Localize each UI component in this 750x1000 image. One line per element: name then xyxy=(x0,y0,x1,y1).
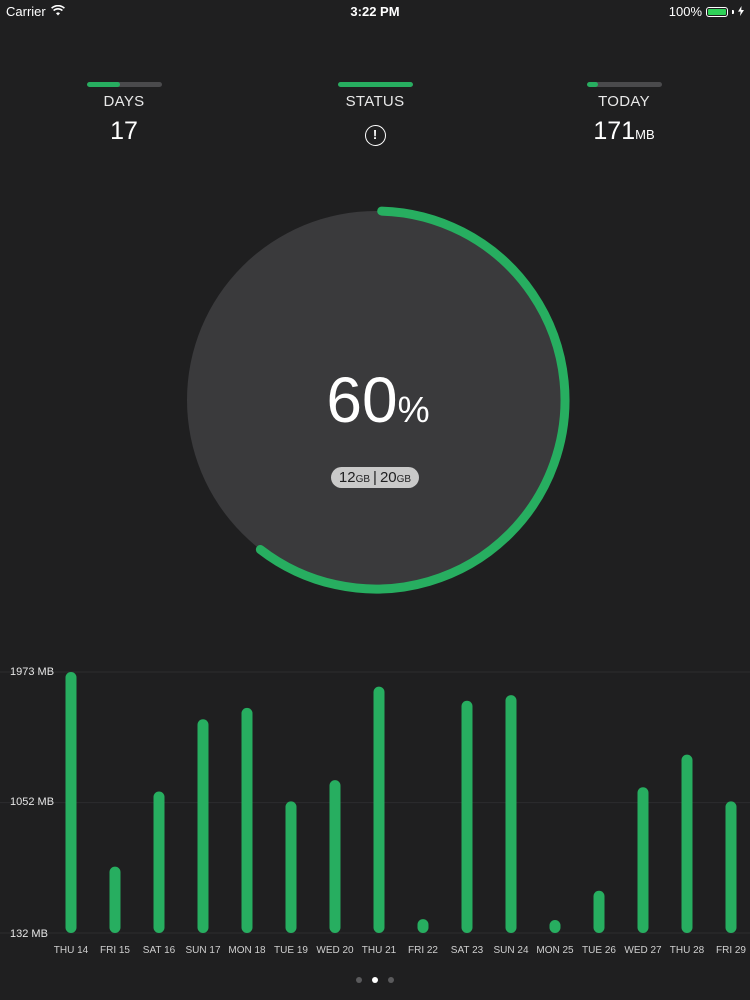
status-label: STATUS xyxy=(345,93,405,110)
x-tick-label: SAT 16 xyxy=(143,945,176,956)
chart-bar[interactable] xyxy=(549,920,561,933)
chart-bar[interactable] xyxy=(505,695,517,933)
page-dot[interactable] xyxy=(356,977,362,983)
stat-status[interactable]: STATUS ! xyxy=(315,82,435,146)
x-tick-label: SAT 23 xyxy=(451,945,484,956)
chart-bar[interactable] xyxy=(725,801,737,933)
battery-tip xyxy=(732,9,734,14)
status-progress-bar xyxy=(337,82,413,87)
gauge-total: 20 xyxy=(379,469,397,486)
chart-bar[interactable] xyxy=(153,791,165,933)
daily-usage-chart[interactable]: 1973 MB 1052 MB 132 MB THU 14 FRI 15 SAT 1… xyxy=(0,660,750,960)
y-tick-min: 132 MB xyxy=(10,928,48,940)
x-tick-label: WED 27 xyxy=(624,945,662,956)
days-progress-fill xyxy=(86,82,121,87)
today-value: 171MB xyxy=(564,116,684,146)
page-dot[interactable] xyxy=(388,977,394,983)
x-tick-label: FRI 29 xyxy=(716,945,746,956)
today-amount: 171 xyxy=(593,117,636,145)
today-progress-fill xyxy=(586,82,598,87)
days-label: DAYS xyxy=(103,93,145,110)
chart-bar[interactable] xyxy=(681,754,693,933)
gauge-total-unit: GB xyxy=(396,474,412,485)
chart-bar[interactable] xyxy=(593,890,605,933)
gauge-used: 12 xyxy=(338,469,356,486)
today-unit: MB xyxy=(635,127,655,142)
chart-bar[interactable] xyxy=(241,707,253,933)
chart-bar[interactable] xyxy=(65,672,77,933)
x-tick-label: TUE 19 xyxy=(274,945,308,956)
gauge-readout: 60% 12GB | 20GB xyxy=(178,365,578,488)
chart-bar[interactable] xyxy=(417,919,429,933)
charging-bolt-icon xyxy=(738,4,744,19)
today-progress-bar xyxy=(586,82,662,87)
chart-bar[interactable] xyxy=(197,719,209,933)
x-tick-label: FRI 15 xyxy=(100,945,130,956)
x-tick-label: FRI 22 xyxy=(408,945,438,956)
y-tick-max: 1973 MB xyxy=(10,666,55,678)
gauge-usage-pill: 12GB | 20GB xyxy=(330,467,420,488)
chart-bar[interactable] xyxy=(637,787,649,933)
x-tick-label: TUE 26 xyxy=(582,945,616,956)
gauge-percent: 60% xyxy=(178,365,578,445)
clock: 3:22 PM xyxy=(350,4,400,19)
gauge-separator: | xyxy=(373,469,377,486)
x-tick-label: SUN 24 xyxy=(493,945,528,956)
chart-bar[interactable] xyxy=(329,780,341,933)
page-dot[interactable] xyxy=(372,977,378,983)
days-progress-bar xyxy=(86,82,162,87)
usage-gauge[interactable]: 60% 12GB | 20GB xyxy=(178,200,578,600)
battery-icon xyxy=(706,6,728,17)
x-tick-label: SUN 17 xyxy=(185,945,220,956)
chart-bar[interactable] xyxy=(461,700,473,933)
x-tick-label: WED 20 xyxy=(316,945,354,956)
chart-bar[interactable] xyxy=(285,801,297,933)
x-tick-label: THU 28 xyxy=(670,945,705,956)
alert-circle-icon[interactable]: ! xyxy=(364,125,386,146)
gauge-used-unit: GB xyxy=(355,474,371,485)
status-value: ! xyxy=(315,116,435,146)
app-screen: Carrier 3:22 PM 100% DAYS 17 STATUS ! TO… xyxy=(0,0,750,1000)
x-tick-label: MON 25 xyxy=(536,945,574,956)
x-tick-label: MON 18 xyxy=(228,945,266,956)
stat-days[interactable]: DAYS 17 xyxy=(64,82,184,146)
x-tick-label: THU 14 xyxy=(54,945,89,956)
stat-today[interactable]: TODAY 171MB xyxy=(564,82,684,146)
days-value: 17 xyxy=(110,117,138,145)
status-progress-fill xyxy=(337,82,413,87)
y-tick-mid: 1052 MB xyxy=(10,796,55,808)
battery-level xyxy=(708,8,726,15)
today-label: TODAY xyxy=(598,93,650,110)
gauge-percent-value: 60 xyxy=(326,364,398,436)
status-bar: Carrier 3:22 PM 100% xyxy=(0,0,750,22)
chart-bar[interactable] xyxy=(373,686,385,933)
x-tick-label: THU 21 xyxy=(362,945,397,956)
battery-percent: 100% xyxy=(668,4,702,19)
page-indicator[interactable] xyxy=(0,977,750,983)
gauge-percent-sign: % xyxy=(397,389,430,430)
chart-bar[interactable] xyxy=(109,866,121,933)
status-bar-right: 100% xyxy=(669,4,744,19)
chart-plot: THU 14 FRI 15 SAT 16 SUN 17 MON 18 TUE 19 WED … xyxy=(0,671,750,956)
